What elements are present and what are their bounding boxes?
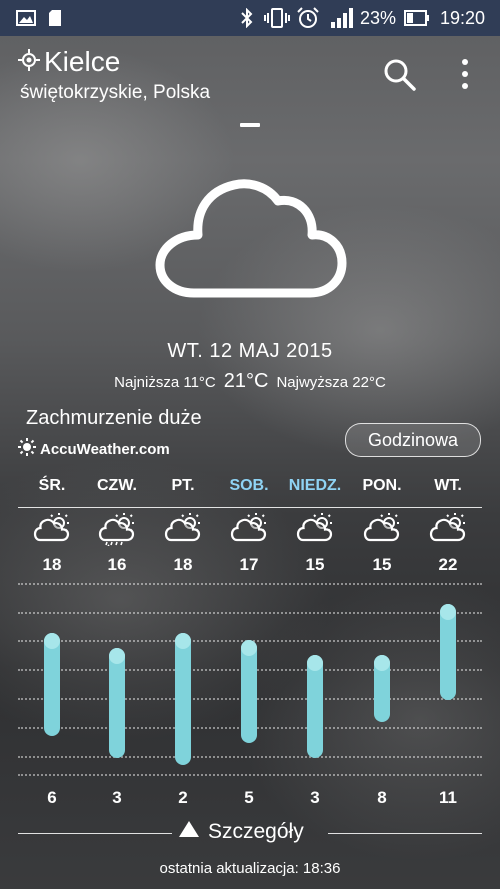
search-icon[interactable]	[383, 58, 417, 96]
temperature-trend-indicator	[240, 123, 260, 127]
high-temperature: Najwyższa 22°C	[276, 374, 386, 391]
gallery-notification-icon	[16, 0, 36, 36]
partly-sunny-icon	[150, 512, 216, 550]
forecast-high-temp: 16	[107, 555, 127, 574]
divider-left	[18, 833, 172, 834]
hourly-button[interactable]: Godzinowa	[345, 423, 481, 457]
last-update: ostatnia aktualizacja: 18:36	[159, 860, 341, 877]
forecast-high-temp: 18	[42, 555, 62, 574]
temperature-range-bar	[241, 640, 257, 744]
forecast-low-temp: 8	[377, 788, 387, 807]
partly-cloudy-icon	[216, 512, 282, 550]
partly-cloudy-icon	[349, 512, 415, 550]
clock: 19:20	[440, 7, 486, 28]
region-name: świętokrzyskie, Polska	[20, 82, 211, 103]
status-bar: 23% 19:20	[0, 0, 500, 36]
battery-icon	[404, 0, 430, 36]
city-selector[interactable]: Kielce	[18, 46, 120, 78]
partly-cloudy-icon	[415, 512, 481, 550]
showers-icon	[84, 512, 150, 550]
forecast-low-temp: 6	[47, 788, 57, 807]
forecast-day-label: ŚR.	[38, 477, 66, 494]
chart-gridline	[18, 774, 482, 776]
temperature-range-bar	[374, 654, 390, 722]
signal-icon	[330, 0, 354, 36]
forecast-day-label: PON.	[362, 477, 402, 494]
expand-up-icon	[178, 820, 200, 844]
forecast-day-label: WT.	[434, 477, 462, 494]
partly-cloudy-icon	[19, 512, 85, 550]
battery-percent: 23%	[360, 7, 397, 28]
accuweather-logo-icon	[18, 438, 36, 460]
forecast-day-label: NIEDZ.	[288, 477, 342, 494]
details-button[interactable]: Szczegóły	[178, 820, 304, 844]
forecast-high-temp: 22	[438, 555, 458, 574]
weather-condition: Zachmurzenie duże	[26, 407, 202, 429]
location-icon	[18, 46, 40, 78]
current-date: WT. 12 MAJ 2015	[167, 340, 333, 362]
temperature-range-bar	[109, 647, 125, 758]
city-name: Kielce	[44, 46, 121, 77]
temperature-range: Najniższa 11°C 21°C Najwyższa 22°C	[0, 370, 500, 393]
forecast-day-label: SOB.	[229, 477, 269, 494]
forecast-high-temp: 18	[173, 555, 193, 574]
temperature-range-bar	[307, 654, 323, 758]
sd-card-icon	[48, 0, 62, 36]
cloud-icon	[152, 175, 348, 309]
alarm-icon	[296, 0, 320, 36]
bluetooth-icon	[240, 0, 254, 36]
details-label: Szczegóły	[208, 820, 304, 843]
divider-right	[328, 833, 482, 834]
chart-gridline	[18, 756, 482, 758]
chart-gridline	[18, 583, 482, 585]
low-temperature: Najniższa 11°C	[114, 374, 216, 391]
forecast-high-temp: 15	[305, 555, 325, 574]
forecast-low-temp: 2	[178, 788, 188, 807]
temperature-range-bar	[44, 633, 60, 736]
forecast-day-label: PT.	[171, 477, 195, 494]
forecast-day-headers: ŚR. CZW. PT. SOB. NIEDZ. PON. WT.	[18, 477, 482, 508]
chart-gridline	[18, 612, 482, 614]
forecast-day-label: CZW.	[97, 477, 137, 494]
forecast-low-temp: 3	[112, 788, 122, 807]
temperature-range-bar	[175, 633, 191, 765]
forecast-low-temp: 3	[310, 788, 320, 807]
provider-link[interactable]: AccuWeather.com	[18, 438, 170, 460]
current-temperature: 21°C	[223, 370, 269, 392]
provider-name: AccuWeather.com	[40, 440, 170, 458]
forecast-high-temp: 17	[239, 555, 259, 574]
vibrate-icon	[264, 0, 290, 36]
temperature-range-bar	[440, 604, 456, 700]
forecast-low-temp: 5	[244, 788, 254, 807]
partly-cloudy-icon	[282, 512, 348, 550]
more-options-icon[interactable]	[460, 58, 470, 94]
forecast-low-temp: 11	[439, 788, 457, 807]
forecast-high-temp: 15	[372, 555, 392, 574]
